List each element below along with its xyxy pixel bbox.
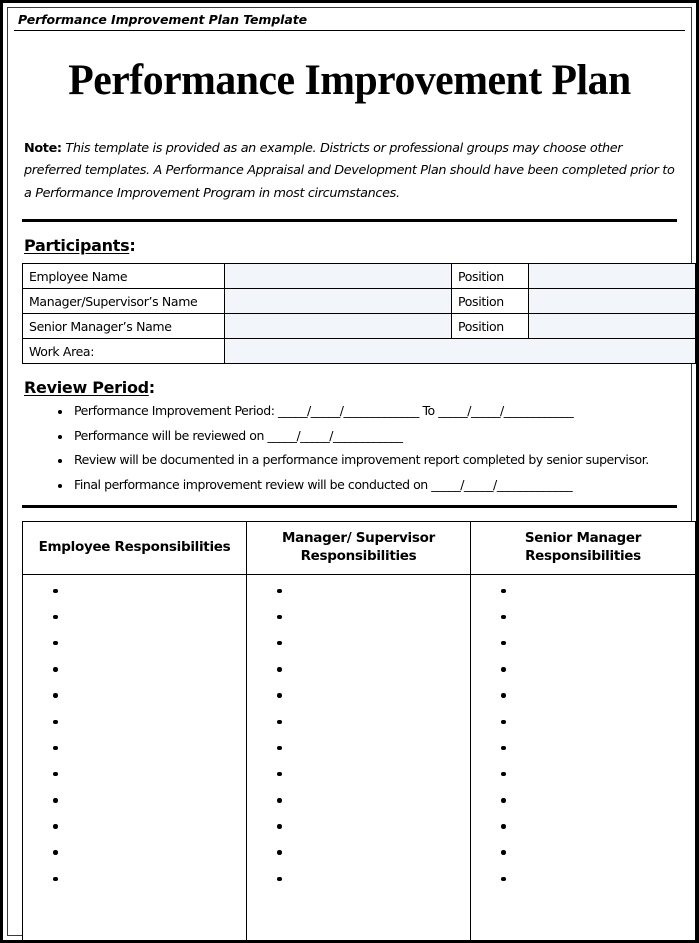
position-label: Position — [451, 313, 529, 340]
bullet-placeholder[interactable] — [23, 743, 246, 769]
bullet-placeholder[interactable] — [247, 690, 470, 716]
bullet-placeholder[interactable] — [471, 612, 695, 638]
column-header-senior-manager: Senior Manager Responsibilities — [470, 521, 696, 575]
page-inner-border: Performance Improvement Plan Template Pe… — [7, 7, 696, 940]
bullet-placeholder[interactable] — [471, 874, 695, 900]
bullet-placeholder[interactable] — [23, 847, 246, 873]
bullet-placeholder[interactable] — [247, 612, 470, 638]
bullet-placeholder[interactable] — [247, 743, 470, 769]
note-block: Note: This template is provided as an ex… — [18, 138, 681, 205]
column-header-employee: Employee Responsibilities — [22, 521, 247, 575]
bullet-placeholder[interactable] — [247, 717, 470, 743]
bullet-placeholder[interactable] — [471, 847, 695, 873]
column-header-manager: Manager/ Supervisor Responsibilities — [246, 521, 471, 575]
bullet-placeholder[interactable] — [247, 821, 470, 847]
position-field[interactable] — [528, 313, 696, 340]
position-label: Position — [451, 288, 529, 315]
employee-bullet-list — [23, 575, 246, 900]
divider-after-review-period — [22, 505, 677, 509]
participants-heading: Participants: — [24, 236, 681, 255]
table-row: Employee Name Position — [22, 263, 696, 290]
document-page: Performance Improvement Plan Template Pe… — [0, 0, 699, 943]
bullet-placeholder[interactable] — [471, 795, 695, 821]
participant-label: Manager/Supervisor’s Name — [22, 288, 225, 315]
participants-heading-colon: : — [129, 236, 136, 256]
bullet-placeholder[interactable] — [23, 769, 246, 795]
list-item: Performance Improvement Period: _____/__… — [18, 405, 681, 418]
participants-table: Employee Name Position Manager/Superviso… — [22, 263, 696, 365]
table-row: Work Area: — [22, 338, 696, 365]
list-item: Review will be documented in a performan… — [18, 454, 681, 467]
list-item: Performance will be reviewed on _____/__… — [18, 429, 681, 443]
participant-label: Employee Name — [22, 263, 225, 290]
bullet-placeholder[interactable] — [247, 795, 470, 821]
note-label: Note: — [24, 141, 62, 156]
employee-responsibilities-cell[interactable] — [22, 573, 247, 940]
bullet-placeholder[interactable] — [471, 690, 695, 716]
bullet-placeholder[interactable] — [23, 795, 246, 821]
position-field[interactable] — [528, 288, 696, 315]
bullet-placeholder[interactable] — [471, 638, 695, 664]
review-period-heading-text: Review Period — [24, 378, 149, 398]
bullet-placeholder[interactable] — [471, 664, 695, 690]
list-item: Final performance improvement review wil… — [18, 478, 681, 492]
bullet-placeholder[interactable] — [23, 586, 246, 612]
page-title: Performance Improvement Plan — [68, 57, 631, 104]
divider-after-note — [22, 219, 677, 223]
manager-responsibilities-cell[interactable] — [246, 573, 471, 940]
bullet-placeholder[interactable] — [23, 612, 246, 638]
bullet-placeholder[interactable] — [247, 847, 470, 873]
bullet-placeholder[interactable] — [247, 664, 470, 690]
participant-name-field[interactable] — [224, 313, 452, 340]
review-period-heading-colon: : — [148, 378, 155, 398]
bullet-placeholder[interactable] — [471, 769, 695, 795]
position-field[interactable] — [528, 263, 696, 290]
responsibilities-table: Employee Responsibilities Manager/ Super… — [22, 521, 696, 940]
bullet-placeholder[interactable] — [471, 586, 695, 612]
bullet-placeholder[interactable] — [23, 664, 246, 690]
bullet-placeholder[interactable] — [23, 821, 246, 847]
senior-manager-responsibilities-cell[interactable] — [470, 573, 696, 940]
work-area-field[interactable] — [224, 338, 696, 365]
bullet-placeholder[interactable] — [471, 717, 695, 743]
review-period-heading: Review Period: — [24, 378, 681, 397]
note-text: This template is provided as an example.… — [24, 141, 675, 201]
bullet-placeholder[interactable] — [247, 874, 470, 900]
bullet-placeholder[interactable] — [471, 821, 695, 847]
bullet-placeholder[interactable] — [247, 586, 470, 612]
document-content: Performance Improvement Plan Template Pe… — [8, 8, 696, 940]
participant-name-field[interactable] — [224, 288, 452, 315]
table-row: Manager/Supervisor’s Name Position — [22, 288, 696, 315]
position-label: Position — [451, 263, 529, 290]
work-area-label: Work Area: — [22, 338, 225, 365]
review-period-list: Performance Improvement Period: _____/__… — [18, 405, 681, 491]
senior-manager-bullet-list — [471, 575, 695, 900]
participant-label: Senior Manager’s Name — [22, 313, 225, 340]
bullet-placeholder[interactable] — [23, 638, 246, 664]
table-row: Senior Manager’s Name Position — [22, 313, 696, 340]
manager-bullet-list — [247, 575, 470, 900]
bullet-placeholder[interactable] — [23, 690, 246, 716]
bullet-placeholder[interactable] — [23, 717, 246, 743]
bullet-placeholder[interactable] — [247, 769, 470, 795]
table-header-row: Employee Responsibilities Manager/ Super… — [22, 521, 696, 575]
bullet-placeholder[interactable] — [471, 743, 695, 769]
document-header-label: Performance Improvement Plan Template — [14, 8, 685, 31]
bullet-placeholder[interactable] — [23, 874, 246, 900]
participant-name-field[interactable] — [224, 263, 452, 290]
bullet-placeholder[interactable] — [247, 638, 470, 664]
table-row — [22, 573, 696, 940]
participants-heading-text: Participants — [24, 236, 130, 256]
